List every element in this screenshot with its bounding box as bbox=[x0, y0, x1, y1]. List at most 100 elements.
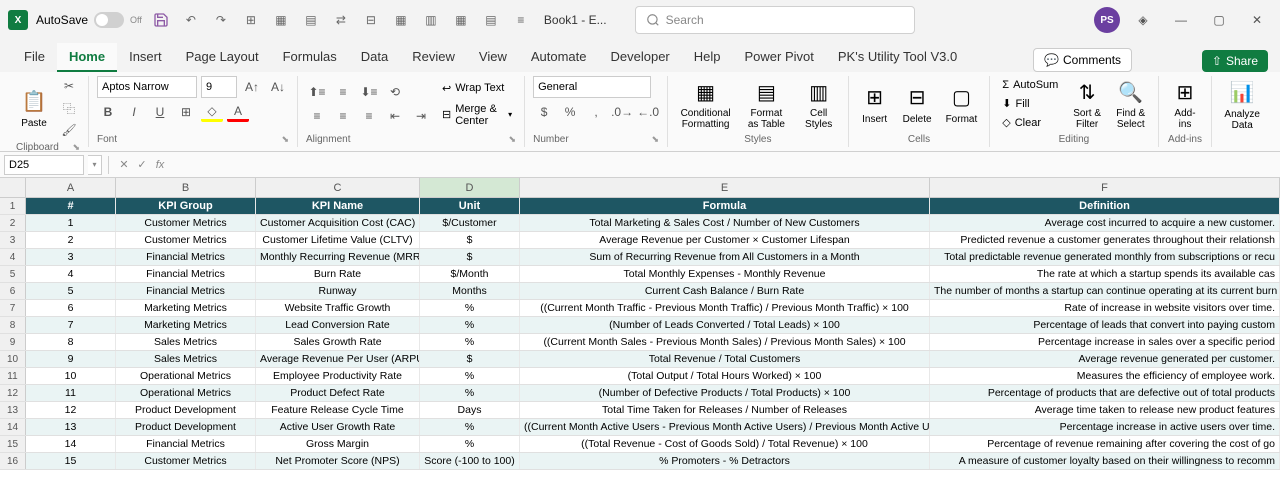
tab-review[interactable]: Review bbox=[400, 43, 467, 72]
cell[interactable]: Total predictable revenue generated mont… bbox=[930, 249, 1280, 265]
align-right-button[interactable]: ≡ bbox=[358, 106, 380, 126]
cell[interactable]: ((Current Month Traffic - Previous Month… bbox=[520, 300, 930, 316]
cell[interactable]: Customer Metrics bbox=[116, 232, 256, 248]
row-header[interactable]: 7 bbox=[0, 300, 26, 316]
cell[interactable]: $ bbox=[420, 232, 520, 248]
cell[interactable]: Lead Conversion Rate bbox=[256, 317, 420, 333]
save-icon[interactable] bbox=[150, 9, 172, 31]
sort-filter-button[interactable]: ⇅Sort & Filter bbox=[1068, 76, 1106, 132]
cell[interactable]: % Promoters - % Detractors bbox=[520, 453, 930, 469]
cell[interactable]: Percentage of leads that convert into pa… bbox=[930, 317, 1280, 333]
cell[interactable]: Sum of Recurring Revenue from All Custom… bbox=[520, 249, 930, 265]
tab-pk-s-utility-tool-v3-0[interactable]: PK's Utility Tool V3.0 bbox=[826, 43, 969, 72]
cell[interactable]: Average cost incurred to acquire a new c… bbox=[930, 215, 1280, 231]
row-header[interactable]: 13 bbox=[0, 402, 26, 418]
format-as-table-button[interactable]: ▤Format as Table bbox=[741, 76, 792, 132]
cell[interactable]: Net Promoter Score (NPS) bbox=[256, 453, 420, 469]
row-header[interactable]: 16 bbox=[0, 453, 26, 469]
cell[interactable]: 2 bbox=[26, 232, 116, 248]
qat-icon-2[interactable]: ▦ bbox=[270, 9, 292, 31]
cell[interactable]: (Total Output / Total Hours Worked) × 10… bbox=[520, 368, 930, 384]
cell[interactable]: ((Total Revenue - Cost of Goods Sold) / … bbox=[520, 436, 930, 452]
qat-icon-6[interactable]: ▦ bbox=[390, 9, 412, 31]
cell[interactable]: Financial Metrics bbox=[116, 266, 256, 282]
cell[interactable]: Percentage of products that are defectiv… bbox=[930, 385, 1280, 401]
cell[interactable]: Percentage increase in sales over a spec… bbox=[930, 334, 1280, 350]
cell[interactable]: Marketing Metrics bbox=[116, 300, 256, 316]
qat-icon-10[interactable]: ≡ bbox=[510, 9, 532, 31]
number-format-input[interactable] bbox=[533, 76, 651, 98]
restore-button[interactable]: ▢ bbox=[1204, 5, 1234, 35]
cell[interactable]: Predicted revenue a customer generates t… bbox=[930, 232, 1280, 248]
conditional-formatting-button[interactable]: ▦Conditional Formatting bbox=[676, 76, 735, 132]
cell[interactable]: Months bbox=[420, 283, 520, 299]
font-color-button[interactable]: A bbox=[227, 102, 249, 122]
cell[interactable]: 15 bbox=[26, 453, 116, 469]
select-all-button[interactable] bbox=[0, 178, 26, 197]
cell[interactable]: Percentage of revenue remaining after co… bbox=[930, 436, 1280, 452]
tab-insert[interactable]: Insert bbox=[117, 43, 174, 72]
row-header[interactable]: 10 bbox=[0, 351, 26, 367]
cell[interactable]: Total Monthly Expenses - Monthly Revenue bbox=[520, 266, 930, 282]
column-header-E[interactable]: E bbox=[520, 178, 930, 197]
cell[interactable]: Employee Productivity Rate bbox=[256, 368, 420, 384]
cell[interactable]: % bbox=[420, 436, 520, 452]
column-header-F[interactable]: F bbox=[930, 178, 1280, 197]
qat-icon-4[interactable]: ⇄ bbox=[330, 9, 352, 31]
qat-icon-3[interactable]: ▤ bbox=[300, 9, 322, 31]
column-header-A[interactable]: A bbox=[26, 178, 116, 197]
insert-cells-button[interactable]: ⊞Insert bbox=[857, 82, 893, 127]
fill-color-button[interactable]: ◇ bbox=[201, 102, 223, 122]
orientation-button[interactable]: ⟲ bbox=[384, 82, 406, 102]
name-box[interactable]: D25 bbox=[4, 155, 84, 175]
font-size-input[interactable] bbox=[201, 76, 237, 98]
cell[interactable]: % bbox=[420, 368, 520, 384]
column-header-D[interactable]: D bbox=[420, 178, 520, 197]
cell[interactable]: Measures the efficiency of employee work… bbox=[930, 368, 1280, 384]
cell[interactable]: Sales Growth Rate bbox=[256, 334, 420, 350]
cell[interactable]: Average revenue generated per customer. bbox=[930, 351, 1280, 367]
merge-center-button[interactable]: ⊟Merge & Center▾ bbox=[438, 101, 516, 129]
cut-button[interactable]: ✂ bbox=[58, 76, 80, 96]
toggle-switch-icon[interactable] bbox=[94, 12, 124, 28]
close-button[interactable]: ✕ bbox=[1242, 5, 1272, 35]
align-bottom-button[interactable]: ⬇≡ bbox=[358, 82, 380, 102]
row-header[interactable]: 1 bbox=[0, 198, 26, 214]
cell[interactable]: Product Development bbox=[116, 402, 256, 418]
cell[interactable]: Monthly Recurring Revenue (MRR) bbox=[256, 249, 420, 265]
cell[interactable]: $/Month bbox=[420, 266, 520, 282]
header-cell[interactable]: Formula bbox=[520, 198, 930, 214]
comments-button[interactable]: 💬 Comments bbox=[1033, 48, 1132, 72]
cell[interactable]: 1 bbox=[26, 215, 116, 231]
cell[interactable]: 12 bbox=[26, 402, 116, 418]
row-header[interactable]: 8 bbox=[0, 317, 26, 333]
cell[interactable]: (Number of Defective Products / Total Pr… bbox=[520, 385, 930, 401]
delete-cells-button[interactable]: ⊟Delete bbox=[899, 82, 936, 127]
tab-help[interactable]: Help bbox=[682, 43, 733, 72]
cell[interactable]: ((Current Month Sales - Previous Month S… bbox=[520, 334, 930, 350]
cancel-formula-button[interactable]: ✕ bbox=[115, 156, 133, 174]
row-header[interactable]: 4 bbox=[0, 249, 26, 265]
tab-view[interactable]: View bbox=[467, 43, 519, 72]
cell[interactable]: Current Cash Balance / Burn Rate bbox=[520, 283, 930, 299]
cell[interactable]: Website Traffic Growth bbox=[256, 300, 420, 316]
cell[interactable]: 3 bbox=[26, 249, 116, 265]
decrease-indent-button[interactable]: ⇤ bbox=[384, 106, 406, 126]
copy-button[interactable]: ⿻ bbox=[58, 98, 80, 118]
cell[interactable]: Days bbox=[420, 402, 520, 418]
row-header[interactable]: 12 bbox=[0, 385, 26, 401]
cell[interactable]: Active User Growth Rate bbox=[256, 419, 420, 435]
row-header[interactable]: 15 bbox=[0, 436, 26, 452]
cell[interactable]: 6 bbox=[26, 300, 116, 316]
cell[interactable]: $/Customer bbox=[420, 215, 520, 231]
header-cell[interactable]: Definition bbox=[930, 198, 1280, 214]
cell[interactable]: Customer Acquisition Cost (CAC) bbox=[256, 215, 420, 231]
row-header[interactable]: 5 bbox=[0, 266, 26, 282]
tab-developer[interactable]: Developer bbox=[599, 43, 682, 72]
tab-home[interactable]: Home bbox=[57, 43, 117, 72]
tab-power-pivot[interactable]: Power Pivot bbox=[733, 43, 826, 72]
analyze-data-button[interactable]: 📊Analyze Data bbox=[1220, 77, 1264, 133]
share-button[interactable]: ⇧ Share bbox=[1202, 50, 1268, 72]
cell[interactable]: $ bbox=[420, 249, 520, 265]
header-cell[interactable]: # bbox=[26, 198, 116, 214]
